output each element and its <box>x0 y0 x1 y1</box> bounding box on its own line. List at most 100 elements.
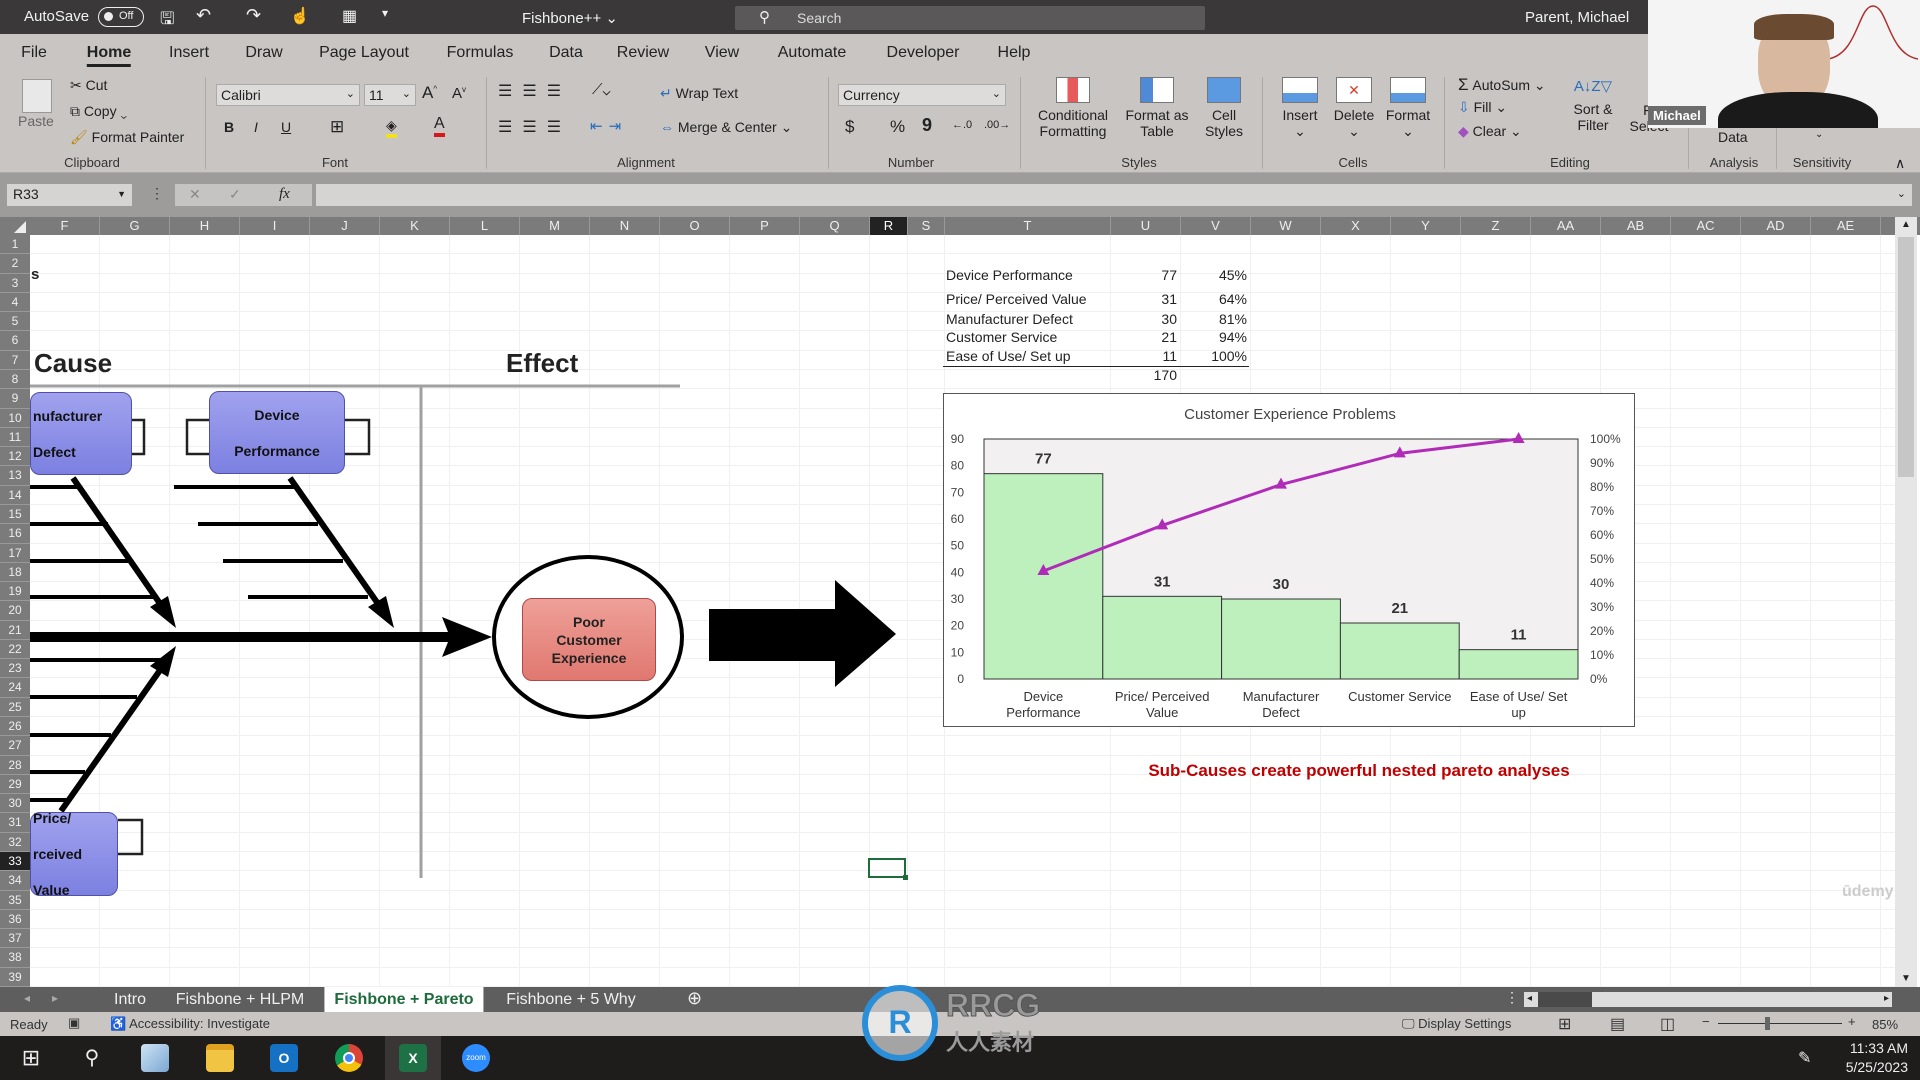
table-cell-cum-pct: 100% <box>1211 348 1247 364</box>
effect-box-poor-customer-experience[interactable]: Poor Customer Experience <box>522 598 656 681</box>
cause-box-price-perceived-value[interactable]: Price/rceived Value <box>30 810 118 898</box>
zoom-out-icon[interactable]: − <box>1702 1014 1710 1029</box>
pen-icon[interactable]: ✎ <box>1798 1048 1811 1068</box>
cumulative-point[interactable] <box>1512 432 1525 443</box>
search-icon[interactable]: ⚲ <box>78 1044 106 1072</box>
table-cell-label: Manufacturer Defect <box>946 311 1073 327</box>
sheet-tab[interactable]: Fishbone + Pareto <box>324 987 484 1012</box>
bar-data-label: 11 <box>1511 627 1527 644</box>
x-tick-label: Ease of Use/ Set <box>1470 689 1568 704</box>
effect-heading: Effect <box>506 348 579 378</box>
bar[interactable] <box>983 473 1104 680</box>
x-tick-label: Value <box>1146 705 1178 720</box>
start-icon[interactable]: ⊞ <box>17 1044 45 1072</box>
x-tick-label: up <box>1511 705 1525 720</box>
fill-handle[interactable] <box>903 875 908 880</box>
big-right-arrow-icon <box>709 580 896 687</box>
y2-tick-label: 40% <box>1590 576 1614 590</box>
active-cell-r33[interactable] <box>868 858 908 880</box>
bar[interactable] <box>1458 649 1579 680</box>
y2-tick-label: 80% <box>1590 480 1614 494</box>
horizontal-scrollbar[interactable]: ◂ ▸ <box>1524 992 1892 1007</box>
y2-tick-label: 70% <box>1590 504 1614 518</box>
next-sheet-icon[interactable]: ▸ <box>52 991 58 1005</box>
y2-tick-label: 10% <box>1590 648 1614 662</box>
x-tick-label: Performance <box>1006 705 1080 720</box>
box-line: Defect <box>33 443 76 460</box>
display-settings-label: Display Settings <box>1418 1016 1512 1031</box>
scroll-thumb[interactable] <box>1898 237 1914 477</box>
vertical-scrollbar[interactable]: ▲ ▼ <box>1895 217 1917 987</box>
zoom-level[interactable]: 85% <box>1872 1017 1898 1032</box>
scroll-down-icon[interactable]: ▼ <box>1901 973 1911 984</box>
scroll-up-icon[interactable]: ▲ <box>1901 219 1911 230</box>
add-sheet-icon[interactable]: ⊕ <box>687 988 702 1009</box>
bar-data-label: 30 <box>1273 576 1290 593</box>
chrome-icon[interactable] <box>335 1044 363 1072</box>
accessibility-label: Accessibility: Investigate <box>129 1016 270 1031</box>
y-tick-label: 50 <box>951 539 965 553</box>
zoom-slider-thumb[interactable] <box>1765 1017 1771 1030</box>
table-cell-cum-pct: 94% <box>1218 329 1247 345</box>
box-line: Device <box>254 406 300 423</box>
h-scroll-thumb[interactable] <box>1538 992 1592 1007</box>
rrcg-watermark-logo: R RRCG 人人素材 <box>862 985 1062 1061</box>
scroll-left-icon[interactable]: ◂ <box>1527 993 1532 1004</box>
macro-record-icon[interactable]: ▣ <box>68 1015 80 1031</box>
zoom-icon[interactable]: zoom <box>462 1044 490 1072</box>
zoom-slider[interactable] <box>1718 1017 1842 1030</box>
y2-tick-label: 60% <box>1590 528 1614 542</box>
clock-date[interactable]: 5/25/2023 <box>1846 1059 1908 1075</box>
notepad-icon[interactable] <box>141 1044 169 1072</box>
zoom-in-icon[interactable]: + <box>1848 1014 1856 1029</box>
sheet-tab[interactable]: Intro <box>104 987 156 1012</box>
table-cell-count: 30 <box>1161 311 1177 327</box>
prev-sheet-icon[interactable]: ◂ <box>24 991 30 1005</box>
bar[interactable] <box>1221 598 1341 680</box>
table-cell-count: 77 <box>1161 267 1177 283</box>
box-line: Customer <box>556 631 622 648</box>
cause-box-manufacturer-defect[interactable]: nufacturer Defect <box>30 392 132 475</box>
ribs <box>30 485 368 802</box>
display-settings-button[interactable]: 🖵 Display Settings <box>1402 1016 1511 1032</box>
box-line: Poor <box>573 613 605 630</box>
note-text: Sub-Causes create powerful nested pareto… <box>1148 761 1570 780</box>
webcam-overlay: Michael <box>1648 0 1920 128</box>
bar[interactable] <box>1339 622 1460 680</box>
scroll-right-icon[interactable]: ▸ <box>1884 993 1889 1004</box>
file-explorer-icon[interactable] <box>206 1044 234 1072</box>
outlook-icon[interactable]: O <box>270 1044 298 1072</box>
tab-split-handle[interactable]: ⋮ <box>1505 989 1519 1006</box>
y2-tick-label: 90% <box>1590 456 1614 470</box>
box-line: Performance <box>234 442 320 459</box>
display-settings-icon: 🖵 <box>1402 1016 1415 1031</box>
accessibility-button[interactable]: ♿ Accessibility: Investigate <box>110 1016 270 1032</box>
table-total-border <box>943 366 1249 367</box>
chart-title: Customer Experience Problems <box>1184 406 1396 423</box>
x-tick-label: Device <box>1024 689 1064 704</box>
y2-tick-label: 50% <box>1590 552 1614 566</box>
table-cell-count: 11 <box>1162 348 1177 364</box>
y-tick-label: 60 <box>951 512 965 526</box>
webcam-name-label: Michael <box>1648 106 1706 125</box>
bar[interactable] <box>1102 595 1223 680</box>
excel-icon[interactable]: X <box>399 1044 427 1072</box>
y-tick-label: 90 <box>951 432 965 446</box>
box-line: rceived <box>33 846 83 862</box>
box-line: Value <box>33 882 70 898</box>
bar-data-label: 21 <box>1391 600 1408 617</box>
page-layout-view-icon[interactable]: ▤ <box>1610 1014 1625 1034</box>
table-total: 170 <box>1153 367 1177 383</box>
cause-box-device-performance[interactable]: Device Performance <box>209 391 345 474</box>
pareto-chart[interactable]: Customer Experience Problems 0 10 20 30 40 50 6… <box>943 393 1635 727</box>
page-break-view-icon[interactable]: ◫ <box>1660 1014 1675 1034</box>
x-tick-label: Manufacturer <box>1243 689 1320 704</box>
clock-time[interactable]: 11:33 AM <box>1850 1040 1908 1056</box>
table-cell-label: Ease of Use/ Set up <box>946 348 1071 364</box>
sheet-tab[interactable]: Fishbone + 5 Why <box>496 987 645 1012</box>
sheet-tab[interactable]: Fishbone + HLPM <box>166 987 315 1012</box>
box-line: Price/ <box>33 810 72 826</box>
y-tick-label: 20 <box>951 619 965 633</box>
y-tick-label: 80 <box>951 459 965 473</box>
normal-view-icon[interactable]: ⊞ <box>1558 1014 1571 1034</box>
